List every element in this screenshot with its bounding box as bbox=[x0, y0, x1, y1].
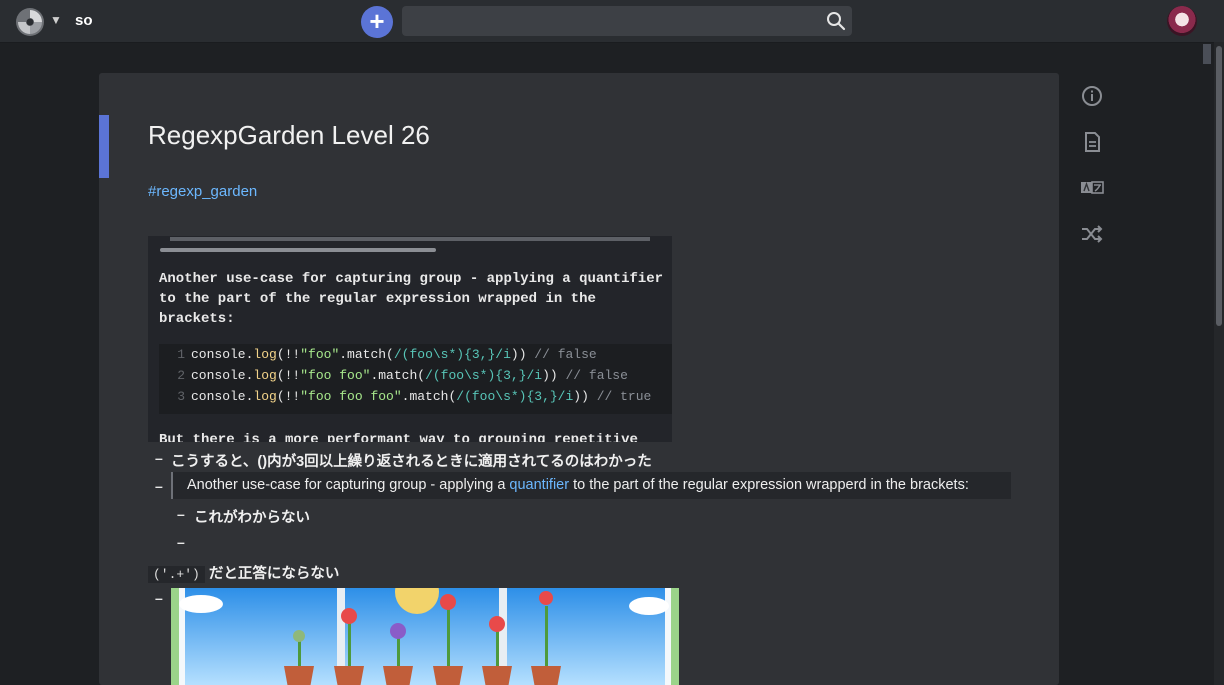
document-icon[interactable] bbox=[1079, 129, 1105, 155]
cropped-code-line bbox=[170, 237, 650, 241]
embed-code-block: 1 console.log(!!"foo".match(/(foo\s*){3,}… bbox=[159, 344, 672, 414]
code-line: 1 console.log(!!"foo".match(/(foo\s*){3,}… bbox=[177, 347, 597, 362]
note-line[interactable]: ('.+') だと正答にならない bbox=[148, 562, 339, 583]
new-page-button[interactable]: + bbox=[361, 6, 393, 38]
search-input[interactable] bbox=[402, 6, 852, 36]
top-bar: ▼ so + bbox=[0, 0, 1224, 43]
embed-paragraph: Another use-case for capturing group - a… bbox=[159, 271, 664, 327]
bullet-dash: – bbox=[155, 590, 163, 606]
code-line: 3 console.log(!!"foo foo foo".match(/(foo… bbox=[177, 389, 652, 404]
bullet-dash: – bbox=[155, 450, 163, 466]
bullet-dash: – bbox=[177, 534, 185, 550]
quote-block[interactable]: Another use-case for capturing group - a… bbox=[171, 472, 1011, 499]
avatar[interactable] bbox=[1167, 6, 1197, 36]
scroll-thumb[interactable] bbox=[1216, 46, 1222, 326]
chevron-down-icon[interactable]: ▼ bbox=[50, 13, 62, 27]
shuffle-icon[interactable] bbox=[1079, 221, 1105, 247]
page-title[interactable]: RegexpGarden Level 26 bbox=[148, 120, 430, 151]
tag-link[interactable]: #regexp_garden bbox=[148, 183, 257, 200]
note-line[interactable]: これがわからない bbox=[194, 506, 310, 527]
quantifier-link[interactable]: quantifier bbox=[509, 477, 569, 493]
info-icon[interactable] bbox=[1079, 83, 1105, 109]
inline-code: ('.+') bbox=[148, 566, 205, 583]
bullet-dash: – bbox=[177, 506, 185, 522]
scrollbar[interactable] bbox=[1214, 42, 1224, 685]
page-marker bbox=[1203, 44, 1211, 64]
code-line: 2 console.log(!!"foo foo".match(/(foo\s*)… bbox=[177, 368, 628, 383]
garden-image[interactable] bbox=[171, 588, 679, 685]
embed-cropped-code bbox=[148, 236, 672, 246]
embedded-image: Another use-case for capturing group - a… bbox=[148, 236, 672, 442]
note-line[interactable]: こうすると、()内が3回以上繰り返されるときに適用されてるのはわかった bbox=[171, 450, 652, 471]
logo-icon[interactable] bbox=[14, 6, 46, 38]
embed-scrollbar bbox=[160, 248, 436, 252]
translate-icon[interactable] bbox=[1079, 175, 1105, 201]
page-card: RegexpGarden Level 26 #regexp_garden Ano… bbox=[99, 73, 1059, 685]
project-name[interactable]: so bbox=[75, 12, 93, 29]
plus-icon: + bbox=[369, 6, 385, 36]
title-accent-bar bbox=[99, 115, 109, 178]
embed-more-text: But there is a more performant way to gr… bbox=[159, 432, 638, 442]
bullet-dash: – bbox=[155, 478, 163, 494]
search-icon[interactable] bbox=[826, 11, 846, 31]
quote-text: Another use-case for capturing group - a… bbox=[187, 477, 969, 493]
